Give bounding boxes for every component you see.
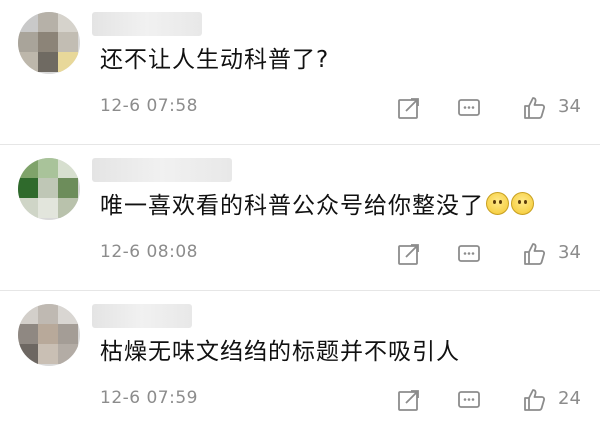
- avatar[interactable]: [18, 12, 80, 74]
- comment-time: 12-6 08:08: [100, 242, 198, 262]
- avatar[interactable]: [18, 304, 80, 366]
- comment-item: 还不让人生动科普了? 12-6 07:58 34: [0, 0, 600, 144]
- divider: [0, 290, 600, 291]
- comment-time: 12-6 07:58: [100, 96, 198, 116]
- share-icon[interactable]: [396, 241, 422, 267]
- like-count: 34: [558, 242, 581, 263]
- like-count: 24: [558, 388, 581, 409]
- like-count: 34: [558, 96, 581, 117]
- comment-time: 12-6 07:59: [100, 388, 198, 408]
- comment-text: 唯一喜欢看的科普公众号给你整没了: [100, 193, 484, 219]
- comment-icon[interactable]: [456, 241, 482, 267]
- thumbs-up-icon[interactable]: [521, 95, 547, 121]
- username[interactable]: [92, 12, 202, 36]
- username[interactable]: [92, 158, 232, 182]
- sweat-smile-emoji-icon: [511, 192, 534, 215]
- share-icon[interactable]: [396, 387, 422, 413]
- comment-icon[interactable]: [456, 95, 482, 121]
- comment-item: 枯燥无味文绉绉的标题并不吸引人 12-6 07:59 24: [0, 292, 600, 436]
- avatar[interactable]: [18, 158, 80, 220]
- thumbs-up-icon[interactable]: [521, 387, 547, 413]
- sweat-smile-emoji-icon: [486, 192, 509, 215]
- comment-text: 还不让人生动科普了?: [100, 47, 330, 73]
- thumbs-up-icon[interactable]: [521, 241, 547, 267]
- comment-text-row: 唯一喜欢看的科普公众号给你整没了: [100, 190, 534, 222]
- comment-icon[interactable]: [456, 387, 482, 413]
- comment-text: 枯燥无味文绉绉的标题并不吸引人: [100, 339, 460, 365]
- share-icon[interactable]: [396, 95, 422, 121]
- comment-item: 唯一喜欢看的科普公众号给你整没了 12-6 08:08 34: [0, 146, 600, 290]
- divider: [0, 144, 600, 145]
- username[interactable]: [92, 304, 192, 328]
